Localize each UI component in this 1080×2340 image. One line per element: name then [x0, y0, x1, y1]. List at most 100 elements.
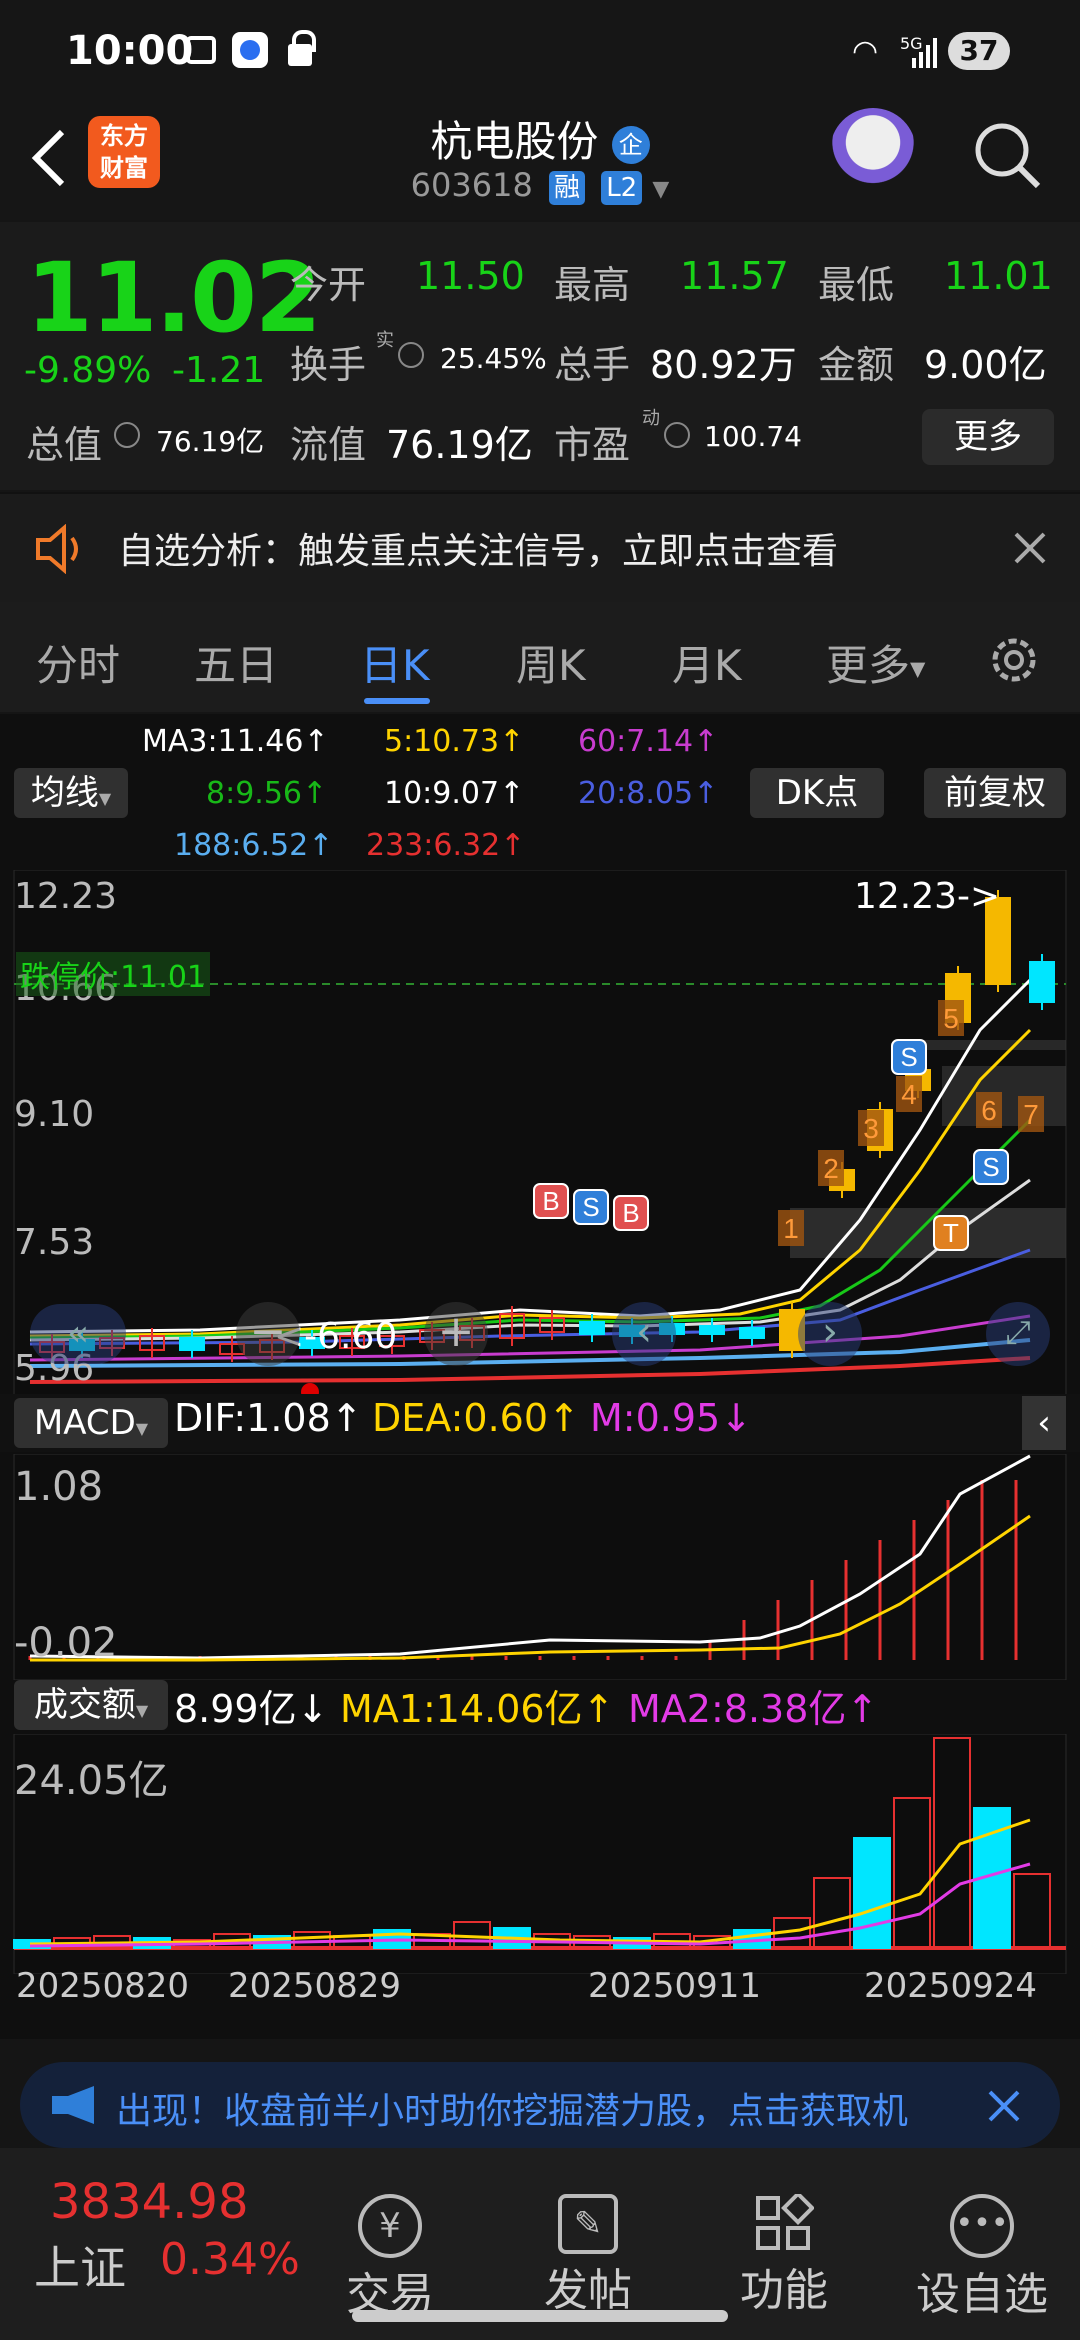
info-icon[interactable] — [398, 342, 424, 368]
zoom-in-icon[interactable]: + — [424, 1302, 488, 1366]
turnover-label: 换手 — [290, 343, 367, 387]
float-value: 76.19亿 — [386, 423, 533, 467]
adjust-button[interactable]: 前复权 — [924, 768, 1066, 818]
index-name[interactable]: 上证 — [34, 2232, 126, 2298]
step-number: 3 — [863, 1113, 879, 1144]
more-button[interactable]: 更多 — [922, 409, 1054, 465]
gear-icon[interactable] — [984, 630, 1044, 690]
date-label-1: 20250820 — [16, 1966, 190, 2006]
volume-ma2: MA2:8.38亿↑ — [628, 1687, 879, 1731]
index-pct: 0.34% — [160, 2234, 300, 2285]
close-icon[interactable] — [1012, 530, 1048, 566]
date-label-3: 20250911 — [588, 1966, 762, 2006]
stock-code: 603618 — [410, 166, 533, 204]
ma188-legend: 188:6.52↑ — [174, 828, 334, 863]
step-number: 5 — [943, 1003, 959, 1034]
tab-monthly-k[interactable]: 月K — [672, 632, 742, 693]
collapse-panel-icon[interactable]: ‹ — [1022, 1396, 1066, 1450]
stock-code-row[interactable]: 603618 融 L2 ▼ — [0, 166, 1080, 205]
ma-select[interactable]: 均线▼ — [14, 768, 128, 818]
macd-select[interactable]: MACD▼ — [14, 1398, 168, 1448]
kline-chart[interactable]: B S BSST123456 7 — [0, 870, 1080, 1410]
turnover-sup: 实 — [376, 330, 394, 351]
volume-select-label: 成交额 — [33, 1685, 136, 1725]
volume-select[interactable]: 成交额▼ — [14, 1680, 168, 1730]
zoom-out-icon[interactable]: − — [236, 1302, 300, 1366]
max-price-label: 12.23-> — [854, 876, 1001, 917]
macd-dif: DIF:1.08↑ — [174, 1396, 363, 1440]
yen-icon: ¥ — [358, 2194, 422, 2258]
signal-marker-label: T — [943, 1218, 959, 1248]
tab-more[interactable]: 更多▼ — [826, 632, 925, 693]
tab-intraday[interactable]: 分时 — [36, 632, 120, 693]
status-time: 10:00 — [66, 28, 194, 74]
macd-chart[interactable] — [0, 1454, 1080, 1680]
low-value: 11.01 — [944, 254, 1053, 298]
pe-label: 市盈 — [554, 423, 631, 467]
tab-five-day[interactable]: 五日 — [194, 632, 278, 693]
ma3-legend: MA3:11.46↑ — [142, 724, 329, 759]
volume-value: 80.92万 — [650, 343, 797, 387]
robot-assistant-icon[interactable] — [830, 108, 916, 194]
more-dots-icon: ••• — [950, 2194, 1014, 2258]
status-bar: 10:00 ◠ 5G 37 — [0, 0, 1080, 100]
chevron-down-icon: ▼ — [652, 177, 670, 202]
nav-functions[interactable]: 功能 — [714, 2191, 854, 2318]
volume-ma1: MA1:14.06亿↑ — [340, 1687, 615, 1731]
candle-body — [699, 1325, 725, 1335]
y-label-top: 12.23 — [14, 876, 118, 917]
amount-label: 金额 — [818, 343, 895, 387]
notice-bar[interactable]: 自选分析：触发重点关注信号，立即点击查看 — [0, 492, 1080, 602]
fullscreen-icon[interactable]: ⤢ — [986, 1302, 1050, 1366]
nav-functions-label: 功能 — [740, 2265, 828, 2316]
megaphone-icon — [48, 2084, 104, 2126]
mcap-value: 76.19亿 — [156, 425, 265, 458]
signal-icon — [912, 36, 938, 68]
active-tab-indicator — [364, 698, 430, 704]
info-icon[interactable] — [664, 422, 690, 448]
macd-dea: DEA:0.60↑ — [372, 1396, 580, 1440]
stock-title[interactable]: 杭电股份 企 — [0, 108, 1080, 169]
search-icon[interactable] — [972, 120, 1044, 192]
ma8-legend: 8:9.56↑ — [206, 776, 328, 811]
period-tabs: 分时 五日 日K 周K 月K 更多▼ — [0, 602, 1080, 712]
step-number: 1 — [783, 1213, 799, 1244]
signal-marker-label: B — [542, 1186, 559, 1216]
stock-name: 杭电股份 — [430, 117, 599, 166]
scroll-left-icon[interactable]: ‹ — [612, 1302, 676, 1366]
float-label: 流值 — [290, 423, 367, 467]
candle-body — [179, 1337, 205, 1351]
tab-daily-k[interactable]: 日K — [360, 632, 430, 693]
close-icon[interactable] — [986, 2088, 1022, 2124]
macd-m: M:0.95↓ — [590, 1396, 753, 1440]
limit-down-label: 跌停价:11.01 — [16, 952, 210, 996]
chevron-down-icon: ▼ — [135, 1419, 149, 1438]
pe-value: 100.74 — [704, 420, 802, 453]
index-value[interactable]: 3834.98 — [50, 2174, 249, 2230]
amount-value: 9.00亿 — [924, 343, 1047, 387]
volume-bar — [853, 1837, 891, 1949]
promo-banner[interactable]: 出现！收盘前半小时助你挖掘潜力股，点击获取机 — [20, 2062, 1060, 2148]
margin-tag: 融 — [549, 171, 586, 205]
candle-body — [1029, 961, 1055, 1003]
nav-add-watchlist[interactable]: ••• 设自选 — [912, 2194, 1052, 2322]
signal-marker-label: B — [622, 1198, 639, 1228]
ma-select-label: 均线 — [30, 773, 99, 813]
dk-point-button[interactable]: DK点 — [750, 768, 884, 818]
nav-post[interactable]: ✎ 发帖 — [518, 2194, 658, 2318]
candle-body — [739, 1327, 765, 1339]
info-icon[interactable] — [114, 422, 140, 448]
scroll-left-fast-icon[interactable]: « — [30, 1304, 126, 1364]
tab-weekly-k[interactable]: 周K — [516, 632, 586, 693]
edit-icon: ✎ — [558, 2194, 618, 2254]
pe-sup: 动 — [642, 408, 660, 429]
ma20-legend: 20:8.05↑ — [578, 776, 719, 811]
high-value: 11.57 — [680, 254, 789, 298]
volume-y-top: 24.05亿 — [14, 1758, 169, 1804]
mcap-label: 总值 — [26, 423, 103, 467]
scroll-right-icon[interactable]: › — [798, 1302, 862, 1366]
quote-panel: 11.02 -9.89% -1.21 今开 11.50 最高 11.57 最低 … — [0, 222, 1080, 490]
speaker-icon — [32, 523, 88, 575]
high-label: 最高 — [554, 263, 631, 307]
nav-trade[interactable]: ¥ 交易 — [320, 2194, 460, 2322]
